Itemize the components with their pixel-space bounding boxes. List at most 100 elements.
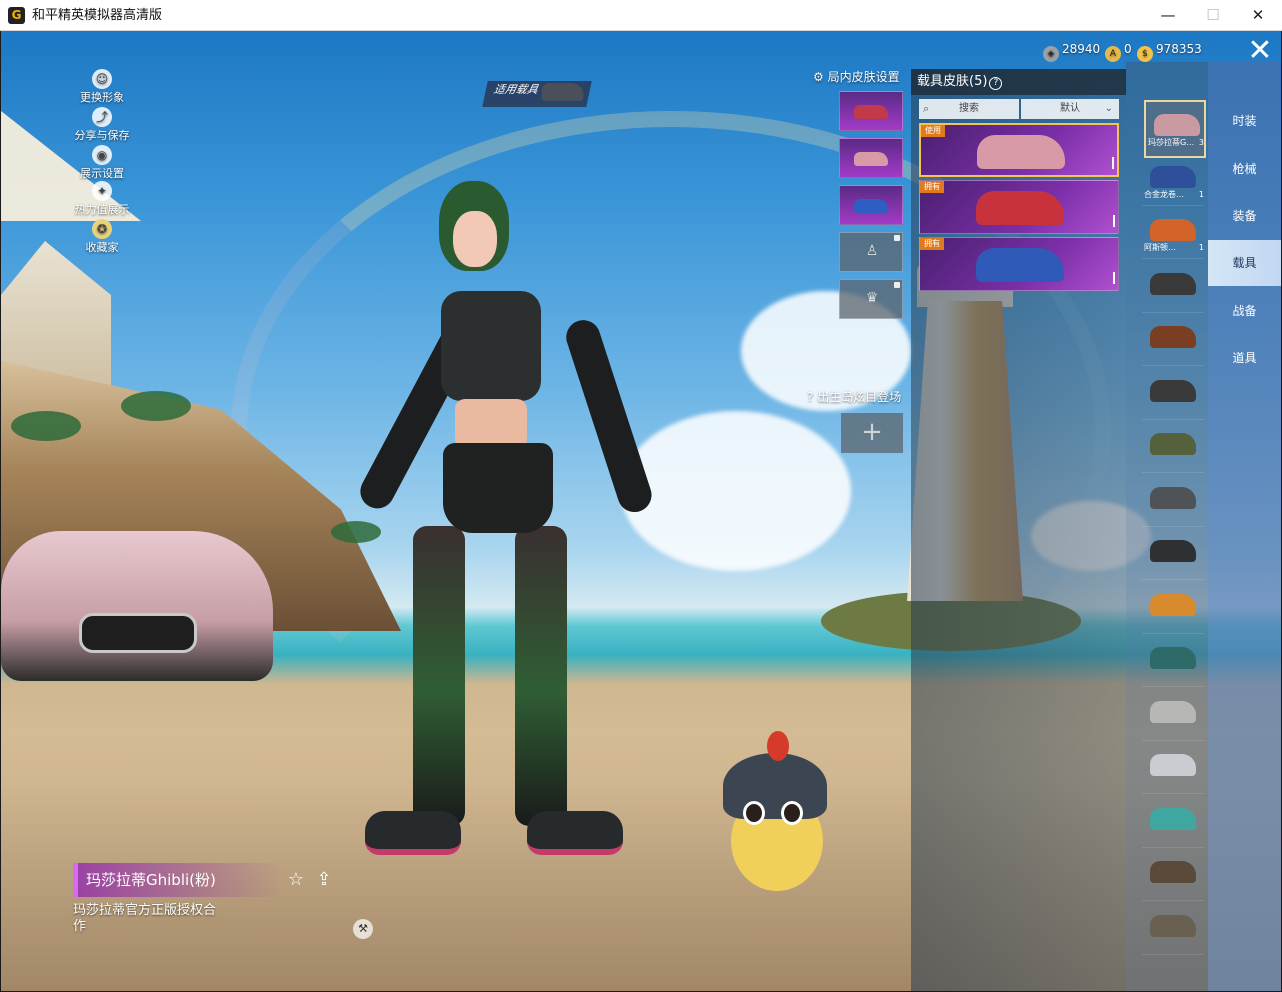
- fire-icon: ✦: [92, 181, 112, 201]
- window-close-button[interactable]: ✕: [1235, 0, 1281, 31]
- vehicle-item-count: 3: [1198, 138, 1204, 147]
- window-title: 和平精英模拟器高清版: [32, 8, 163, 23]
- skin-card[interactable]: 使用: [919, 123, 1119, 177]
- person-icon: ☺: [92, 69, 112, 89]
- skin-card[interactable]: 拥有: [919, 180, 1119, 234]
- chick-plume: [767, 731, 789, 761]
- window-titlebar: G 和平精英模拟器高清版 — ☐ ✕: [0, 0, 1282, 31]
- character-shoe-left: [365, 811, 461, 855]
- chick-eye: [743, 801, 765, 825]
- help-icon: ?: [807, 390, 818, 404]
- side-menu-label: 分享与保存: [74, 129, 130, 142]
- chick-eye: [781, 801, 803, 825]
- vehicle-item[interactable]: [1142, 368, 1204, 420]
- currency-gold: $978353: [1137, 39, 1202, 62]
- vehicle-icon: [1150, 700, 1196, 723]
- side-menu-share-save[interactable]: ⤴ 分享与保存: [57, 107, 147, 143]
- red-car-icon: [976, 191, 1064, 225]
- skin-status-badge: 拥有: [920, 238, 944, 250]
- settings-icon: ⚙: [813, 70, 828, 84]
- chevron-down-icon: ⌄: [1104, 103, 1113, 114]
- currency-a-coins: A0: [1105, 39, 1132, 62]
- vehicle-skin-panel: 载具皮肤(5)? ⌕ 搜索 默认 ⌄ 使用 拥有 拥有: [911, 69, 1126, 991]
- vehicle-item-label: 阿斯顿…: [1144, 243, 1176, 252]
- currency-value: 978353: [1156, 42, 1202, 56]
- ingame-slot-red-car[interactable]: [839, 91, 903, 131]
- character-lock-icon: ♙: [865, 243, 879, 259]
- vehicle-item[interactable]: [1142, 475, 1204, 527]
- vehicle-item[interactable]: [1142, 314, 1204, 366]
- vehicle-item-count: 1: [1198, 243, 1204, 252]
- tab-items[interactable]: 道具: [1208, 335, 1281, 381]
- currency-coupons: ◈ 28940: [1043, 39, 1100, 62]
- help-icon[interactable]: ?: [989, 77, 1003, 90]
- spawn-add-button[interactable]: +: [841, 413, 903, 453]
- vehicle-item-selected[interactable]: 玛莎拉蒂G… 3: [1144, 100, 1206, 158]
- vehicle-item[interactable]: [1142, 261, 1204, 313]
- tab-equipment[interactable]: 装备: [1208, 193, 1281, 239]
- pink-car-icon: [854, 152, 888, 166]
- vehicle-item[interactable]: [1142, 796, 1204, 848]
- vehicle-icon: [1150, 433, 1196, 455]
- vehicle-item[interactable]: [1142, 421, 1204, 473]
- vehicle-item[interactable]: [1142, 528, 1204, 580]
- ingame-skin-settings-label: 局内皮肤设置: [827, 70, 900, 84]
- vehicle-item[interactable]: 合金龙卷… 1: [1142, 154, 1204, 206]
- applicable-vehicle-label: 适用载具: [492, 83, 540, 96]
- favorite-star-icon[interactable]: ☆: [285, 869, 307, 891]
- side-menu-change-look[interactable]: ☺ 更换形象: [57, 69, 147, 105]
- blue-car-icon: [854, 199, 888, 213]
- skin-sort-dropdown[interactable]: 默认 ⌄: [1021, 99, 1119, 119]
- vehicle-list: 玛莎拉蒂G… 3 合金龙卷… 1 阿斯顿… 1: [1126, 62, 1208, 991]
- vehicle-item[interactable]: [1142, 742, 1204, 794]
- character-shorts: [443, 443, 553, 533]
- side-menu-heat-display[interactable]: ✦ 热力值展示: [57, 181, 147, 217]
- red-car-icon: [854, 105, 888, 119]
- vehicle-icon: [1150, 326, 1196, 348]
- side-menu-collector[interactable]: ✪ 收藏家: [57, 219, 147, 255]
- vehicle-item[interactable]: [1142, 849, 1204, 901]
- character-shoe-right: [527, 811, 623, 855]
- vehicle-skin-title: 载具皮肤: [917, 74, 970, 89]
- character-leg-right: [515, 526, 567, 826]
- vehicle-item[interactable]: [1142, 635, 1204, 687]
- skin-card[interactable]: 拥有: [919, 237, 1119, 291]
- palm-tree: [11, 411, 81, 441]
- ingame-skin-settings-title: ⚙ 局内皮肤设置: [813, 69, 913, 85]
- minimize-button[interactable]: —: [1145, 0, 1191, 31]
- lock-icon: [894, 235, 900, 241]
- share-icon[interactable]: ⇪: [313, 869, 335, 891]
- side-menu-label: 更换形象: [80, 91, 124, 104]
- showcase-car-grill: [79, 613, 197, 653]
- vehicle-item[interactable]: [1142, 903, 1204, 955]
- currency-value: 0: [1124, 42, 1132, 56]
- skin-search-input[interactable]: ⌕ 搜索: [919, 99, 1019, 119]
- spawn-island-label: 出生岛炫目登场: [817, 390, 902, 404]
- maximize-button[interactable]: ☐: [1190, 0, 1236, 31]
- tab-vehicles[interactable]: 载具: [1208, 240, 1281, 286]
- vehicle-item-label: 合金龙卷…: [1144, 189, 1184, 199]
- tab-fashion[interactable]: 时装: [1208, 98, 1281, 144]
- vehicle-item[interactable]: [1142, 582, 1204, 634]
- ingame-slot-character-locked[interactable]: ♙: [839, 232, 903, 272]
- ingame-slot-crown-locked[interactable]: ♛: [839, 279, 903, 319]
- vehicle-item[interactable]: [1142, 689, 1204, 741]
- side-menu-display-settings[interactable]: ◉ 展示设置: [57, 145, 147, 181]
- vehicle-icon: [1150, 379, 1196, 402]
- item-description: 玛莎拉蒂官方正版授权合作: [73, 903, 217, 934]
- vehicle-item-label: 玛莎拉蒂G…: [1148, 138, 1195, 147]
- side-menu-label: 热力值展示: [74, 203, 130, 216]
- player-character: [331, 181, 656, 871]
- vehicle-icon: [1154, 114, 1200, 136]
- cloud: [621, 411, 851, 571]
- close-icon[interactable]: ✕: [1243, 35, 1277, 69]
- a-coin-icon: A: [1105, 46, 1121, 62]
- chick-helmet: [723, 753, 827, 819]
- ingame-slot-pink-car[interactable]: [839, 138, 903, 178]
- wrench-icon[interactable]: ⚒: [353, 919, 373, 939]
- tab-combat-prep[interactable]: 战备: [1208, 288, 1281, 334]
- tab-weapons[interactable]: 枪械: [1208, 146, 1281, 192]
- vehicle-icon: [1150, 540, 1196, 562]
- ingame-slot-blue-car[interactable]: [839, 185, 903, 225]
- vehicle-item[interactable]: 阿斯顿… 1: [1142, 207, 1204, 259]
